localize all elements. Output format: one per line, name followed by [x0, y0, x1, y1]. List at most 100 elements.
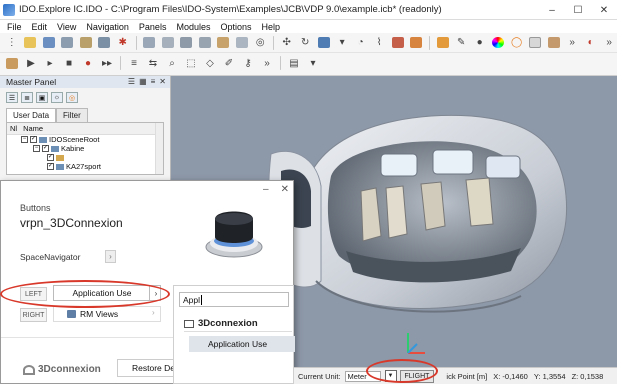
- tree-checkbox[interactable]: ✓: [42, 145, 49, 152]
- cube-split-icon[interactable]: [178, 35, 194, 50]
- left-button-assignment[interactable]: Application Use: [53, 285, 161, 301]
- menu-modules[interactable]: Modules: [171, 22, 215, 32]
- stop-icon[interactable]: ■: [61, 56, 77, 71]
- tree-row[interactable]: − ✓ Kabine: [7, 144, 163, 153]
- navigation-mode-dropdown-icon[interactable]: ▼: [384, 370, 397, 382]
- command-category[interactable]: 3Dconnexion: [184, 318, 258, 329]
- command-option[interactable]: Application Use: [189, 336, 295, 352]
- tab-filter[interactable]: Filter: [56, 108, 88, 122]
- color-wheel-icon[interactable]: [490, 35, 506, 50]
- forward-icon[interactable]: ▸▸: [99, 56, 115, 71]
- pdf-icon[interactable]: ✱: [115, 35, 131, 50]
- target-icon[interactable]: ◎: [252, 35, 268, 50]
- edit-icon[interactable]: ✐: [221, 56, 237, 71]
- measure-icon[interactable]: ⌇: [371, 35, 387, 50]
- snapshot-icon[interactable]: [408, 35, 424, 50]
- pick-y-value: Y: 1,3554: [533, 371, 566, 381]
- save-file-icon[interactable]: [41, 35, 57, 50]
- box-icon[interactable]: [316, 35, 332, 50]
- tree-col-name[interactable]: Name: [23, 124, 43, 133]
- list-view-icon[interactable]: ≣: [21, 92, 33, 103]
- step-icon[interactable]: ▸: [42, 56, 58, 71]
- cube-icon[interactable]: [141, 35, 157, 50]
- tree-checkbox[interactable]: ✓: [30, 136, 37, 143]
- rotate-icon[interactable]: ↻: [297, 35, 313, 50]
- panel-list-icon[interactable]: ☰: [128, 77, 135, 86]
- overflow-chevron-icon[interactable]: »: [564, 35, 580, 50]
- align-icon[interactable]: ≡: [126, 56, 142, 71]
- open-file-icon[interactable]: [23, 35, 39, 50]
- brush-icon[interactable]: ✎: [453, 35, 469, 50]
- tree-col-nl[interactable]: Nl: [10, 124, 17, 133]
- close-button[interactable]: ✕: [591, 0, 617, 20]
- tree-scrollbar[interactable]: [155, 123, 163, 174]
- settings-icon[interactable]: ☼: [51, 92, 63, 103]
- minimize-button[interactable]: –: [539, 0, 565, 20]
- clip-icon[interactable]: [390, 35, 406, 50]
- restore-defaults-button[interactable]: Restore Def: [117, 359, 179, 377]
- tree-row[interactable]: − ✓ IDOSceneRoot: [7, 135, 163, 144]
- tools-overflow-icon[interactable]: »: [259, 56, 275, 71]
- menu-file[interactable]: File: [2, 22, 27, 32]
- scene-icon[interactable]: [4, 56, 20, 71]
- image-view-icon[interactable]: ▣: [36, 92, 48, 103]
- menu-panels[interactable]: Panels: [134, 22, 172, 32]
- dialog-close-button[interactable]: ✕: [281, 184, 289, 195]
- import-icon[interactable]: [60, 35, 76, 50]
- move-icon[interactable]: ✣: [279, 35, 295, 50]
- toolbar-separator: [120, 56, 121, 70]
- chevron-right-icon[interactable]: ›: [149, 286, 162, 301]
- tree-view-icon[interactable]: ☰: [6, 92, 18, 103]
- select-icon[interactable]: ⬚: [183, 56, 199, 71]
- chevron-right-icon[interactable]: ›: [152, 308, 155, 317]
- material-icon[interactable]: [435, 35, 451, 50]
- menu-view[interactable]: View: [52, 22, 81, 32]
- tree-checkbox[interactable]: ✓: [47, 154, 54, 161]
- tree-expand-icon[interactable]: −: [33, 145, 40, 152]
- record-icon[interactable]: ●: [80, 56, 96, 71]
- unit-select[interactable]: Meter: [344, 370, 381, 382]
- zoom-icon[interactable]: ⌕: [164, 56, 180, 71]
- ring-icon[interactable]: ◯: [509, 35, 525, 50]
- grid-icon[interactable]: [527, 35, 543, 50]
- menu-edit[interactable]: Edit: [27, 22, 53, 32]
- camera-icon[interactable]: [215, 35, 231, 50]
- tree-checkbox[interactable]: ✓: [47, 163, 54, 170]
- key-icon[interactable]: ⚷: [240, 56, 256, 71]
- export-icon[interactable]: [78, 35, 94, 50]
- chevron-down-icon[interactable]: ▾: [334, 35, 350, 50]
- tab-user-data[interactable]: User Data: [6, 108, 57, 122]
- notes-chevron-icon[interactable]: ▾: [305, 56, 321, 71]
- play-icon[interactable]: ▶: [23, 56, 39, 71]
- tree-row[interactable]: ✓ KA27sport: [7, 162, 163, 171]
- axes-gizmo-icon: [407, 333, 425, 354]
- sphere-icon[interactable]: ●: [472, 35, 488, 50]
- export-chevron-icon[interactable]: »: [601, 35, 617, 50]
- layers-icon[interactable]: [546, 35, 562, 50]
- toolbar-separator: [428, 35, 430, 50]
- dialog-minimize-button[interactable]: –: [263, 184, 269, 195]
- menu-help[interactable]: Help: [257, 22, 286, 32]
- device-chevron-icon[interactable]: ›: [105, 250, 116, 263]
- cube-merge-icon[interactable]: [197, 35, 213, 50]
- panel-close-icon[interactable]: ✕: [159, 77, 166, 86]
- notes-icon[interactable]: ▤: [286, 56, 302, 71]
- menu-navigation[interactable]: Navigation: [81, 22, 134, 32]
- command-search-input[interactable]: Appl: [179, 292, 289, 307]
- navigation-mode-button[interactable]: FLIGHT: [399, 369, 435, 383]
- menu-options[interactable]: Options: [215, 22, 256, 32]
- cube-copy-icon[interactable]: [160, 35, 176, 50]
- model-icon[interactable]: [97, 35, 113, 50]
- maximize-button[interactable]: ☐: [565, 0, 591, 20]
- screen-icon[interactable]: [234, 35, 250, 50]
- panel-menu-icon[interactable]: ≡: [151, 77, 156, 86]
- tag-icon[interactable]: ◇: [202, 56, 218, 71]
- tree-expand-icon[interactable]: −: [21, 136, 28, 143]
- brand-logo: 3Dconnexion: [23, 364, 101, 375]
- mirror-icon[interactable]: ⇆: [145, 56, 161, 71]
- help-ring-icon[interactable]: ◎: [66, 92, 78, 103]
- tree-row[interactable]: ✓: [7, 153, 163, 162]
- panel-grid-icon[interactable]: ▦: [139, 77, 147, 86]
- globe-icon[interactable]: ◐: [583, 35, 599, 50]
- light-icon[interactable]: ◔: [353, 35, 369, 50]
